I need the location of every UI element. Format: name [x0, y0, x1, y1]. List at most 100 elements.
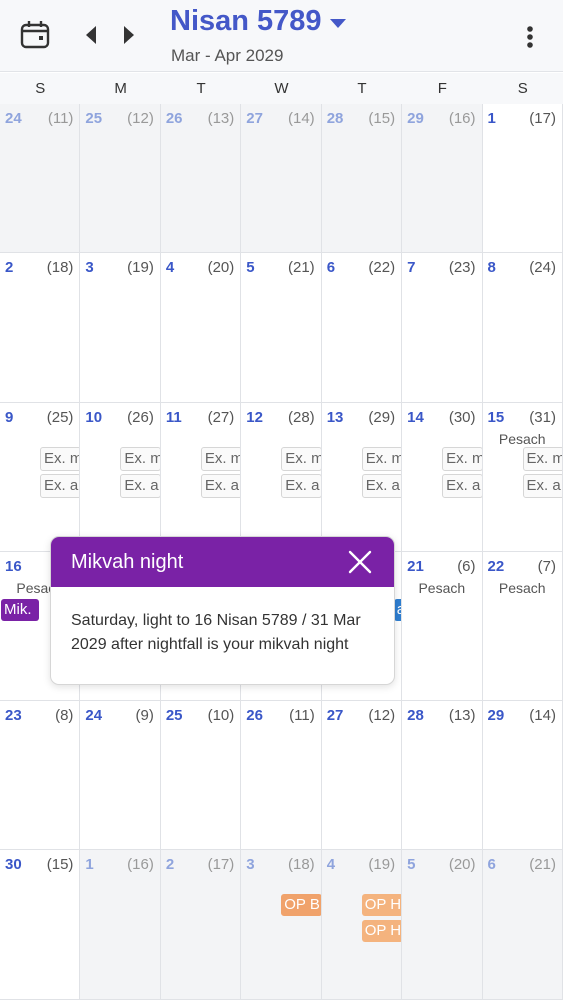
chevron-left-icon[interactable]	[78, 20, 104, 50]
day-cell[interactable]: 1 (17)	[482, 104, 563, 254]
day-cell[interactable]: 24 (11)	[0, 104, 81, 254]
exam-morning-event[interactable]: Ex. m	[522, 446, 562, 471]
day-cell[interactable]: 8(24)Hefs	[482, 253, 563, 403]
gregorian-day-number: 8	[487, 259, 496, 277]
day-cell[interactable]: 5 (20)	[402, 850, 483, 1000]
day-cell[interactable]: 15 (31) Pesach Ex. m Ex. a	[482, 402, 563, 552]
day-cell[interactable]: 30 (15)	[0, 850, 81, 1000]
exam-evening-event[interactable]: Ex. a	[442, 473, 482, 498]
hebrew-day-number: (21)	[288, 259, 315, 277]
weekday-header-row: S M T W T F S	[0, 73, 563, 105]
onah-event[interactable]: OP H	[361, 894, 402, 917]
weekday-label: T	[196, 80, 206, 97]
hebrew-day-number: (14)	[288, 110, 315, 127]
hebrew-day-number: (31)	[529, 408, 556, 426]
day-cell[interactable]: 6 (22)	[321, 253, 403, 403]
exam-evening-event[interactable]: Ex. a	[200, 473, 241, 498]
hebrew-day-number: (12)	[368, 707, 396, 725]
exam-morning-event[interactable]: Ex. m	[200, 446, 241, 471]
day-cell[interactable]: 25 (10)	[160, 701, 242, 851]
holiday-label: Pesach	[498, 579, 546, 596]
gregorian-day-number: 3	[85, 259, 94, 277]
hebrew-day-number: (15)	[46, 856, 74, 874]
hebrew-day-number: (26)	[127, 408, 154, 426]
day-cell[interactable]: 6 (21)	[482, 850, 563, 1000]
day-cell[interactable]: 27 (12)	[321, 701, 403, 851]
gregorian-day-number: 28	[407, 707, 424, 725]
day-cell[interactable]: 10 (26) Ex. m Ex. a	[80, 402, 161, 552]
day-cell[interactable]: 5 (21)	[241, 253, 322, 403]
day-cell[interactable]: 26 (13)	[160, 104, 242, 254]
day-cell[interactable]: 3 (19)	[80, 253, 161, 403]
day-cell[interactable]: 3 (18) OP B	[241, 850, 322, 1000]
day-cell[interactable]: 29 (16)	[402, 104, 483, 254]
hebrew-day-number: (30)	[448, 408, 476, 426]
gregorian-day-number: 3	[246, 856, 255, 874]
exam-morning-event[interactable]: Ex. m	[120, 446, 160, 471]
exam-evening-event[interactable]: Ex. a	[40, 473, 80, 498]
exam-evening-event[interactable]: Ex. a	[361, 473, 402, 498]
day-cell[interactable]: 28 (15)	[321, 104, 403, 254]
hebrew-day-number: (14)	[529, 707, 556, 725]
more-vert-icon[interactable]	[514, 20, 546, 54]
chevron-right-icon[interactable]	[116, 20, 142, 50]
hebrew-day-number: (20)	[207, 259, 235, 277]
day-cell[interactable]: 4 (19) OP H OP H	[321, 850, 403, 1000]
weekday-label: T	[357, 80, 367, 97]
popup-title: Mikvah night	[71, 550, 184, 573]
exam-evening-event[interactable]: Ex. a	[281, 473, 321, 498]
day-cell[interactable]: 21 (6) Pesach	[402, 551, 483, 702]
exam-morning-event[interactable]: Ex. m	[281, 446, 321, 471]
day-cell[interactable]: 24 (9)	[80, 701, 161, 851]
exam-morning-event[interactable]: Ex. m	[442, 446, 482, 471]
gregorian-day-number: 16	[5, 557, 22, 575]
month-title-text: Nisan 5789	[170, 4, 322, 37]
hebrew-day-number: (16)	[448, 110, 476, 127]
hebrew-day-number: (22)	[368, 259, 396, 277]
day-cell[interactable]: 23 (8)	[0, 701, 81, 851]
day-cell[interactable]: 26 (11)	[241, 701, 322, 851]
gregorian-day-number: 27	[326, 707, 344, 725]
exam-morning-event[interactable]: Ex. m	[40, 446, 80, 471]
hebrew-day-number: (25)	[46, 408, 74, 426]
onah-event[interactable]: OP B	[281, 894, 321, 917]
gregorian-day-number: 7	[407, 259, 416, 277]
day-cell[interactable]: 9 (25) Ex. m Ex. a	[0, 402, 81, 552]
exam-morning-event[interactable]: Ex. m	[361, 446, 402, 471]
popup-header: Mikvah night	[51, 537, 394, 587]
day-cell[interactable]: 14 (30) Ex. m Ex. a	[402, 402, 483, 552]
day-cell[interactable]: 28 (13)	[402, 701, 483, 851]
day-cell[interactable]: 22 (7) Pesach	[482, 551, 563, 702]
weekday-label: W	[274, 80, 289, 97]
day-cell[interactable]: 29 (14)	[482, 701, 563, 851]
day-cell[interactable]: 1 (16)	[80, 850, 161, 1000]
day-cell[interactable]: 12 (28) Ex. m Ex. a	[241, 402, 322, 552]
exam-evening-event[interactable]: Ex. a	[522, 473, 562, 498]
gregorian-day-number: 25	[85, 110, 103, 127]
weekday-label: M	[114, 80, 127, 97]
onah-event[interactable]: OP H	[361, 920, 402, 943]
hebrew-day-number: (11)	[47, 110, 74, 127]
day-cell[interactable]: 13 (29) Ex. m Ex. a	[321, 402, 403, 552]
day-cell[interactable]: 11 (27) Ex. m Ex. a	[160, 402, 242, 552]
hebrew-day-number: (6)	[457, 557, 476, 575]
day-cell[interactable]: 4(20)P. sta	[160, 253, 242, 403]
hebrew-day-number: (11)	[289, 707, 315, 725]
close-icon[interactable]	[348, 550, 372, 574]
mikvah-event[interactable]: Mik.	[1, 598, 39, 621]
gregorian-day-number: 9	[5, 408, 14, 426]
gregorian-day-number: 1	[487, 110, 496, 127]
day-cell[interactable]: 27 (14)	[241, 104, 322, 254]
gregorian-day-number: 6	[487, 856, 496, 874]
weekday-label: F	[437, 80, 447, 97]
hebrew-day-number: (7)	[537, 557, 556, 575]
month-title-dropdown[interactable]: Nisan 5789	[170, 4, 346, 38]
weekday-label: S	[35, 80, 46, 97]
day-cell[interactable]: 25 (12)	[80, 104, 161, 254]
exam-evening-event[interactable]: Ex. a	[120, 473, 160, 498]
hebrew-day-number: (18)	[288, 856, 315, 874]
day-cell[interactable]: 7 (23)	[402, 253, 483, 403]
calendar-icon[interactable]	[16, 16, 54, 54]
day-cell[interactable]: 2 (17)	[160, 850, 242, 1000]
day-cell[interactable]: 2 (18)	[0, 253, 81, 403]
